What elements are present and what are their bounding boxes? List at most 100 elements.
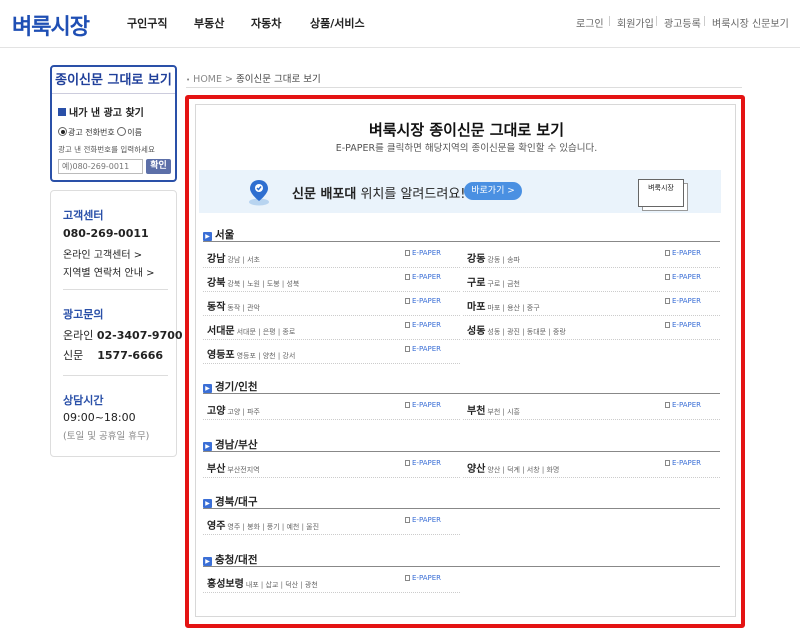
region-item-name[interactable]: 양산 bbox=[467, 464, 485, 475]
epaper-link[interactable]: E-PAPER bbox=[665, 459, 701, 467]
nav-cars[interactable]: 자동차 bbox=[251, 15, 281, 31]
arrow-box-icon: ▶ bbox=[203, 232, 212, 241]
epaper-label[interactable]: E-PAPER bbox=[412, 249, 441, 257]
epaper-link[interactable]: E-PAPER bbox=[405, 297, 441, 305]
epaper-label[interactable]: E-PAPER bbox=[672, 297, 701, 305]
epaper-link[interactable]: E-PAPER bbox=[405, 321, 441, 329]
arrow-box-icon: ▶ bbox=[203, 442, 212, 451]
region-title: ▶ 충청/대전 bbox=[203, 552, 257, 567]
epaper-label[interactable]: E-PAPER bbox=[412, 574, 441, 582]
region-item-name[interactable]: 강북 bbox=[207, 278, 225, 289]
epaper-label[interactable]: E-PAPER bbox=[672, 459, 701, 467]
hours-value: 09:00~18:00 bbox=[63, 411, 136, 424]
region-title: ▶ 경기/인천 bbox=[203, 379, 257, 394]
site-header: 벼룩시장 구인구직 부동산 자동차 상품/서비스 로그인 회원가입 광고등록 벼… bbox=[0, 0, 800, 48]
region-title-text: 충청/대전 bbox=[215, 554, 258, 566]
radio-name[interactable] bbox=[117, 127, 127, 136]
region-item-name[interactable]: 동작 bbox=[207, 302, 225, 313]
epaper-label[interactable]: E-PAPER bbox=[672, 401, 701, 409]
document-icon bbox=[665, 402, 670, 408]
region-item: 강동 강동 | 송파 E-PAPER bbox=[463, 244, 720, 268]
epaper-link[interactable]: E-PAPER bbox=[405, 249, 441, 257]
region-item-name[interactable]: 구로 bbox=[467, 278, 485, 289]
epaper-link[interactable]: E-PAPER bbox=[665, 401, 701, 409]
login-link[interactable]: 로그인 bbox=[576, 15, 604, 30]
document-icon bbox=[405, 298, 410, 304]
region-item-subareas: 부천 | 시흥 bbox=[487, 408, 520, 416]
region-item-subareas: 고양 | 파주 bbox=[227, 408, 260, 416]
ad-paper-phone: 1577-6666 bbox=[97, 349, 164, 362]
document-icon bbox=[665, 250, 670, 256]
nav-realestate[interactable]: 부동산 bbox=[194, 15, 224, 31]
site-logo[interactable]: 벼룩시장 bbox=[12, 9, 90, 41]
epaper-label[interactable]: E-PAPER bbox=[412, 297, 441, 305]
region-item-name[interactable]: 서대문 bbox=[207, 326, 235, 337]
nav-jobs[interactable]: 구인구직 bbox=[127, 15, 167, 31]
cs-title: 고객센터 bbox=[63, 209, 104, 222]
epaper-link[interactable]: E-PAPER bbox=[405, 345, 441, 353]
epaper-link[interactable]: E-PAPER bbox=[405, 459, 441, 467]
epaper-link[interactable]: E-PAPER bbox=[665, 321, 701, 329]
epaper-link[interactable]: E-PAPER bbox=[665, 273, 701, 281]
my-ad-heading: 내가 낸 광고 찾기 bbox=[58, 104, 144, 119]
region-item-subareas: 강남 | 서초 bbox=[227, 256, 260, 264]
region-item-name-group: 서대문 서대문 | 은평 | 종로 bbox=[207, 322, 295, 337]
region-item-name[interactable]: 영등포 bbox=[207, 350, 235, 361]
divider bbox=[63, 375, 168, 376]
epaper-link[interactable]: E-PAPER bbox=[665, 249, 701, 257]
epaper-label[interactable]: E-PAPER bbox=[412, 345, 441, 353]
breadcrumb-divider bbox=[186, 87, 742, 88]
region-item-name[interactable]: 강동 bbox=[467, 254, 485, 265]
epaper-label[interactable]: E-PAPER bbox=[672, 321, 701, 329]
region-item-name-group: 강남 강남 | 서초 bbox=[207, 250, 260, 265]
sidebar-title[interactable]: 종이신문 그대로 보기 bbox=[52, 67, 175, 94]
region-item-subareas: 서대문 | 은평 | 종로 bbox=[236, 328, 296, 336]
radio-name-label[interactable]: 이름 bbox=[127, 128, 142, 137]
nav-goods-services[interactable]: 상품/서비스 bbox=[310, 15, 365, 31]
region-item-subareas: 부산전지역 bbox=[227, 466, 260, 474]
ad-register-link[interactable]: 광고등록 bbox=[664, 15, 701, 30]
region-item-name[interactable]: 고양 bbox=[207, 406, 225, 417]
epaper-label[interactable]: E-PAPER bbox=[412, 401, 441, 409]
document-icon bbox=[405, 274, 410, 280]
region-item: 강북 강북 | 노원 | 도봉 | 성북 E-PAPER bbox=[203, 268, 460, 292]
newspaper-view-link[interactable]: 벼룩시장 신문보기 bbox=[712, 15, 789, 30]
breadcrumb: • HOME > 종이신문 그대로 보기 bbox=[186, 71, 321, 85]
region-item-name[interactable]: 홍성보령 bbox=[207, 579, 244, 590]
banner-bold: 신문 배포대 bbox=[292, 187, 357, 202]
epaper-link[interactable]: E-PAPER bbox=[405, 574, 441, 582]
signup-link[interactable]: 회원가입 bbox=[617, 15, 654, 30]
region-title: ▶ 서울 bbox=[203, 227, 234, 242]
phone-input[interactable] bbox=[58, 159, 143, 174]
epaper-label[interactable]: E-PAPER bbox=[412, 321, 441, 329]
epaper-label[interactable]: E-PAPER bbox=[672, 273, 701, 281]
radio-phone-label[interactable]: 광고 전화번호 bbox=[68, 128, 115, 137]
confirm-button[interactable]: 확인 bbox=[146, 159, 171, 174]
epaper-label[interactable]: E-PAPER bbox=[412, 459, 441, 467]
cs-online-link[interactable]: 온라인 고객센터 > bbox=[63, 246, 142, 261]
epaper-label[interactable]: E-PAPER bbox=[412, 516, 441, 524]
radio-phone[interactable] bbox=[58, 127, 67, 136]
region-item-name[interactable]: 성동 bbox=[467, 326, 485, 337]
region-item-subareas: 구로 | 금천 bbox=[487, 280, 520, 288]
region-item-name[interactable]: 영주 bbox=[207, 521, 225, 532]
epaper-link[interactable]: E-PAPER bbox=[405, 516, 441, 524]
region-item-name[interactable]: 마포 bbox=[467, 302, 485, 313]
epaper-label[interactable]: E-PAPER bbox=[672, 249, 701, 257]
cs-region-link[interactable]: 지역별 연락처 안내 > bbox=[63, 264, 155, 279]
util-divider bbox=[704, 16, 705, 26]
banner-go-button[interactable]: 바로가기 > bbox=[464, 182, 522, 200]
breadcrumb-home[interactable]: HOME bbox=[193, 74, 222, 85]
document-icon bbox=[665, 460, 670, 466]
region-item-name[interactable]: 부천 bbox=[467, 406, 485, 417]
region-item-name-group: 성동 성동 | 광진 | 동대문 | 중랑 bbox=[467, 322, 566, 337]
phone-hint: 광고 낸 전화번호를 입력하세요 bbox=[58, 145, 155, 154]
document-icon bbox=[405, 346, 410, 352]
region-item-name[interactable]: 부산 bbox=[207, 464, 225, 475]
region-item-name[interactable]: 강남 bbox=[207, 254, 225, 265]
epaper-link[interactable]: E-PAPER bbox=[405, 273, 441, 281]
epaper-link[interactable]: E-PAPER bbox=[405, 401, 441, 409]
my-ad-label: 내가 낸 광고 찾기 bbox=[69, 108, 144, 119]
epaper-link[interactable]: E-PAPER bbox=[665, 297, 701, 305]
epaper-label[interactable]: E-PAPER bbox=[412, 273, 441, 281]
